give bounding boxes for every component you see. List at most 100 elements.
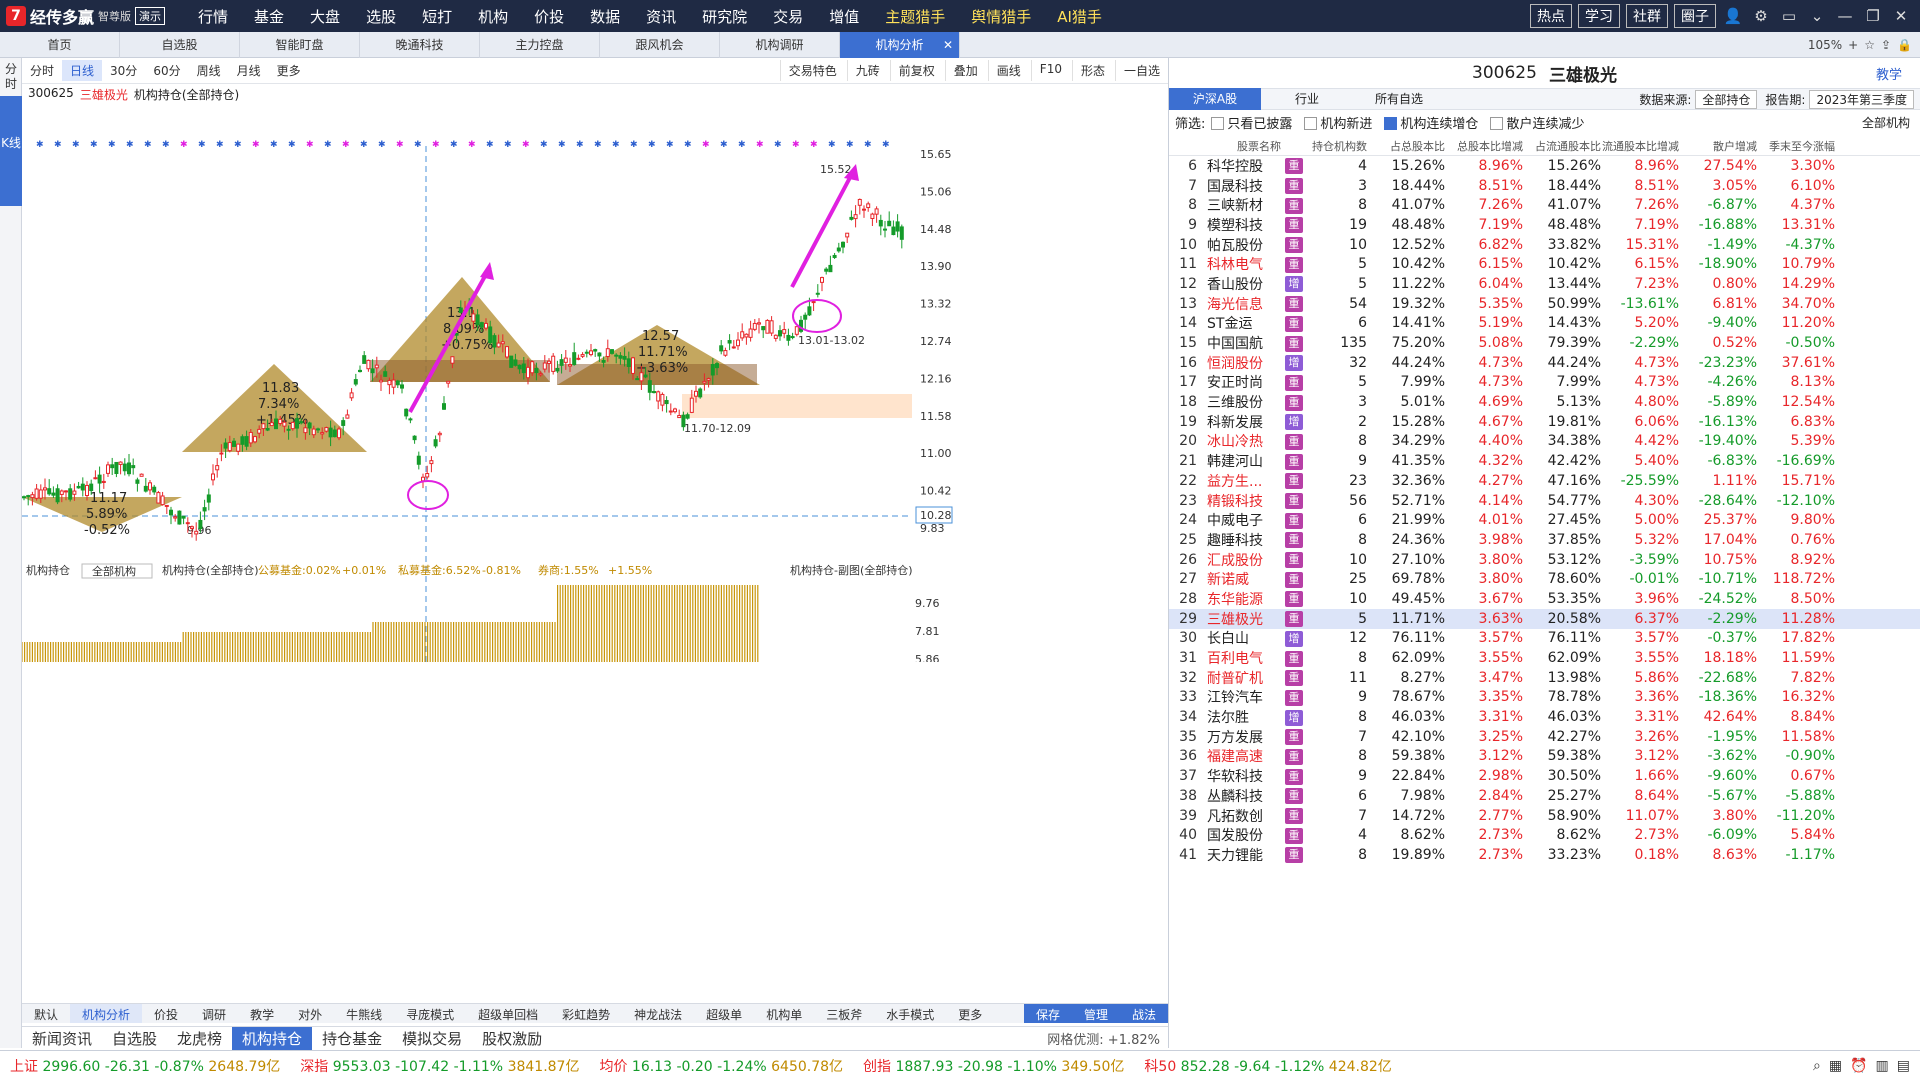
stock-name-cell[interactable]: 华软科技 bbox=[1203, 766, 1285, 786]
checkbox-icon[interactable] bbox=[1384, 116, 1398, 130]
tab-4[interactable]: 主力控盘 bbox=[480, 31, 600, 58]
circle-button[interactable]: 圈子 bbox=[1674, 4, 1716, 28]
app-logo[interactable]: 7 经传多赢 智尊版 演示 bbox=[0, 0, 171, 32]
table-row[interactable]: 36 福建高速重 8 59.38% 3.12% 59.38% 3.12% -3.62% -0.9… bbox=[1169, 747, 1920, 767]
period-button-5[interactable]: 月线 bbox=[229, 60, 269, 81]
settings-gear-icon[interactable]: ⚙ bbox=[1750, 5, 1772, 27]
table-row[interactable]: 30 长白山增 12 76.11% 3.57% 76.11% 3.57% -0.37% 17.8… bbox=[1169, 629, 1920, 649]
stock-name-cell[interactable]: 天力锂能 bbox=[1203, 845, 1285, 865]
chevron-down-icon[interactable]: ⌄ bbox=[1806, 5, 1828, 27]
chart-icon[interactable]: ▥ bbox=[1876, 1058, 1889, 1074]
menu-item-10[interactable]: 交易 bbox=[760, 6, 816, 27]
indicator-tab-9[interactable]: 彩虹趋势 bbox=[550, 1004, 622, 1023]
indicator-tab-4[interactable]: 教学 bbox=[238, 1004, 286, 1023]
module-tab-5[interactable]: 模拟交易 bbox=[392, 1027, 472, 1051]
indicator-tab-17[interactable]: 管理 bbox=[1071, 1004, 1120, 1023]
indicator-tab-13[interactable]: 三板斧 bbox=[814, 1004, 874, 1023]
stock-name-cell[interactable]: 法尔胜 bbox=[1203, 707, 1285, 727]
menu-item-13[interactable]: 舆情猎手 bbox=[958, 6, 1044, 27]
community-button[interactable]: 社群 bbox=[1626, 4, 1668, 28]
period-button-6[interactable]: 更多 bbox=[269, 60, 309, 81]
menu-item-12[interactable]: 主题猎手 bbox=[872, 6, 958, 27]
stock-name-cell[interactable]: 三峡新材 bbox=[1203, 195, 1285, 215]
table-row[interactable]: 26 汇成股份重 10 27.10% 3.80% 53.12% -3.59% 10.75% 8.… bbox=[1169, 550, 1920, 570]
indicator-select[interactable]: 机构持仓(全部持仓) bbox=[134, 86, 239, 103]
stock-name-cell[interactable]: 百利电气 bbox=[1203, 648, 1285, 668]
lock-icon[interactable]: 🔒 bbox=[1897, 38, 1912, 52]
index-quote-2[interactable]: 均价 16.13 -0.20 -1.24% 6450.78亿 bbox=[589, 1056, 853, 1076]
window-layout-icon[interactable]: ▭ bbox=[1778, 5, 1800, 27]
stock-name-cell[interactable]: 东华能源 bbox=[1203, 589, 1285, 609]
column-header-4[interactable]: 占流通股本比 bbox=[1523, 138, 1601, 154]
kline-chart[interactable]: 15.65 15.06 14.48 13.90 13.32 12.74 12.16 11.58… bbox=[22, 102, 1168, 662]
table-row[interactable]: 18 三维股份重 3 5.01% 4.69% 5.13% 4.80% -5.89% 12.54% bbox=[1169, 392, 1920, 412]
hot-button[interactable]: 热点 bbox=[1530, 4, 1572, 28]
restore-icon[interactable]: ❐ bbox=[1862, 5, 1884, 27]
menu-item-8[interactable]: 资讯 bbox=[633, 6, 689, 27]
stock-name-cell[interactable]: 帕瓦股份 bbox=[1203, 235, 1285, 255]
stock-name-cell[interactable]: ST金运 bbox=[1203, 313, 1285, 333]
module-tab-3[interactable]: 机构持仓 bbox=[232, 1026, 313, 1051]
stock-name-cell[interactable]: 凡拓数创 bbox=[1203, 806, 1285, 826]
column-header-3[interactable]: 总股本比增减 bbox=[1445, 138, 1523, 154]
stock-name-cell[interactable]: 国晟科技 bbox=[1203, 176, 1285, 196]
table-row[interactable]: 7 国晟科技重 3 18.44% 8.51% 18.44% 8.51% 3.05% 6.10% bbox=[1169, 176, 1920, 196]
tab-a-shares[interactable]: 沪深A股 bbox=[1169, 88, 1261, 110]
tab-all-watchlist[interactable]: 所有自选 bbox=[1353, 88, 1445, 110]
filter-option-0[interactable]: 只看已披露 bbox=[1211, 113, 1292, 132]
module-tab-4[interactable]: 持仓基金 bbox=[312, 1027, 392, 1051]
filter-right-select[interactable]: 全部机构 bbox=[1862, 114, 1910, 131]
menu-item-6[interactable]: 价投 bbox=[521, 6, 577, 27]
column-header-6[interactable]: 散户增减 bbox=[1679, 138, 1757, 154]
chart-tool-2[interactable]: 前复权 bbox=[889, 60, 943, 81]
indicator-tab-18[interactable]: 战法 bbox=[1119, 1004, 1168, 1023]
minimize-icon[interactable]: — bbox=[1834, 5, 1856, 27]
tab-3[interactable]: 晚通科技 bbox=[360, 31, 480, 58]
stock-name-cell[interactable]: 科新发展 bbox=[1203, 412, 1285, 432]
table-row[interactable]: 6 科华控股重 4 15.26% 8.96% 15.26% 8.96% 27.54% 3.30% bbox=[1169, 156, 1920, 176]
table-row[interactable]: 17 安正时尚重 5 7.99% 4.73% 7.99% 4.73% -4.26% 8.13% bbox=[1169, 373, 1920, 393]
indicator-tab-14[interactable]: 水手模式 bbox=[874, 1004, 946, 1023]
module-tab-6[interactable]: 股权激励 bbox=[472, 1027, 552, 1051]
index-quote-3[interactable]: 创指 1887.93 -20.98 -1.10% 349.50亿 bbox=[853, 1056, 1134, 1076]
chart-tool-4[interactable]: 画线 bbox=[987, 60, 1029, 81]
filter-option-1[interactable]: 机构新进 bbox=[1304, 113, 1372, 132]
stock-name-cell[interactable]: 韩建河山 bbox=[1203, 451, 1285, 471]
tab-industry[interactable]: 行业 bbox=[1261, 88, 1353, 110]
menu-item-3[interactable]: 选股 bbox=[353, 6, 409, 27]
module-tab-0[interactable]: 新闻资讯 bbox=[22, 1027, 102, 1051]
stock-name-cell[interactable]: 益方生... bbox=[1203, 471, 1285, 491]
table-row[interactable]: 28 东华能源重 10 49.45% 3.67% 53.35% 3.96% -24.52% 8.… bbox=[1169, 589, 1920, 609]
learn-button[interactable]: 学习 bbox=[1578, 4, 1620, 28]
stock-name-cell[interactable]: 福建高速 bbox=[1203, 746, 1285, 766]
menu-item-5[interactable]: 机构 bbox=[465, 6, 521, 27]
table-row[interactable]: 11 科林电气重 5 10.42% 6.15% 10.42% 6.15% -18.90% 10.… bbox=[1169, 254, 1920, 274]
table-row[interactable]: 41 天力锂能重 8 19.89% 2.73% 33.23% 0.18% 8.63% -1.17… bbox=[1169, 845, 1920, 865]
chart-tool-6[interactable]: 形态 bbox=[1071, 60, 1113, 81]
table-row[interactable]: 22 益方生... 重 23 32.36% 4.27% 47.16% -25.59% 1.11%… bbox=[1169, 471, 1920, 491]
stock-name-cell[interactable]: 耐普矿机 bbox=[1203, 668, 1285, 688]
module-tab-1[interactable]: 自选股 bbox=[102, 1027, 167, 1051]
checkbox-icon[interactable] bbox=[1211, 116, 1225, 130]
table-row[interactable]: 16 恒润股份增 32 44.24% 4.73% 44.24% 4.73% -23.23% 37… bbox=[1169, 353, 1920, 373]
table-row[interactable]: 13 海光信息重 54 19.32% 5.35% 50.99% -13.61% 6.81% 34… bbox=[1169, 294, 1920, 314]
period-button-4[interactable]: 周线 bbox=[189, 60, 229, 81]
stock-name-cell[interactable]: 安正时尚 bbox=[1203, 372, 1285, 392]
indicator-tab-15[interactable]: 更多 bbox=[946, 1004, 994, 1023]
grid-icon[interactable]: ▤ bbox=[1897, 1058, 1910, 1074]
tab-1[interactable]: 自选股 bbox=[120, 31, 240, 58]
stock-name-cell[interactable]: 中威电子 bbox=[1203, 510, 1285, 530]
stock-name-cell[interactable]: 恒润股份 bbox=[1203, 353, 1285, 373]
sidebar-kline[interactable]: K线 bbox=[0, 96, 22, 206]
indicator-tab-2[interactable]: 价投 bbox=[142, 1004, 190, 1023]
column-header-7[interactable]: 季末至今涨幅 bbox=[1757, 138, 1835, 154]
table-row[interactable]: 20 冰山冷热重 8 34.29% 4.40% 34.38% 4.42% -19.40% 5.3… bbox=[1169, 432, 1920, 452]
period-button-2[interactable]: 30分 bbox=[102, 60, 145, 81]
table-row[interactable]: 38 丛麟科技重 6 7.98% 2.84% 25.27% 8.64% -5.67% -5.88… bbox=[1169, 786, 1920, 806]
tab-0[interactable]: 首页 bbox=[0, 31, 120, 58]
menu-item-9[interactable]: 研究院 bbox=[689, 6, 760, 27]
indicator-tab-1[interactable]: 机构分析 bbox=[70, 1004, 143, 1023]
tab-7[interactable]: 机构分析 ✕ bbox=[840, 31, 960, 58]
table-row[interactable]: 37 华软科技重 9 22.84% 2.98% 30.50% 1.66% -9.60% 0.67… bbox=[1169, 766, 1920, 786]
table-row[interactable]: 24 中威电子重 6 21.99% 4.01% 27.45% 5.00% 25.37% 9.80… bbox=[1169, 510, 1920, 530]
